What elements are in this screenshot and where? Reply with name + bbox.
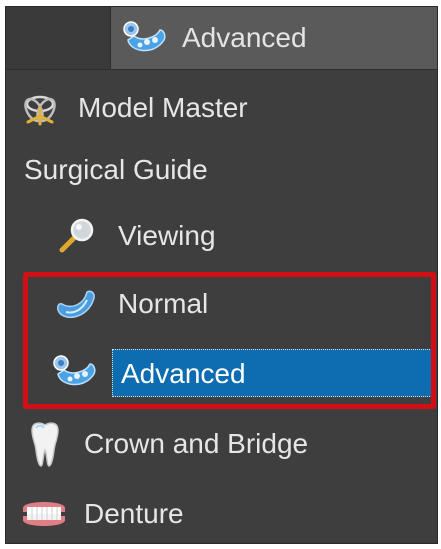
tree-item-label: Crown and Bridge xyxy=(84,428,309,459)
screenshot-frame: Advanced Model Master Surgical Guide Vie… xyxy=(0,0,441,549)
tree-item-denture[interactable]: Denture xyxy=(20,487,184,541)
topbar-label: Advanced xyxy=(182,22,307,53)
tree-item-label: Viewing xyxy=(118,220,216,251)
workflow-tree-panel: Advanced Model Master Surgical Guide Vie… xyxy=(5,6,438,544)
tree-item-advanced[interactable] xyxy=(50,345,100,399)
topbar: Advanced xyxy=(6,7,437,70)
magnifier-icon xyxy=(56,216,96,256)
tree-item-model-master[interactable]: Model Master xyxy=(20,81,248,135)
advanced-guide-icon xyxy=(50,352,100,392)
tree-group-label: Surgical Guide xyxy=(24,154,208,185)
denture-icon xyxy=(20,496,68,532)
model-master-icon xyxy=(20,88,60,128)
tree-item-label: Model Master xyxy=(78,92,248,123)
normal-guide-icon xyxy=(54,284,98,324)
tooth-icon xyxy=(28,420,62,468)
tree-group-surgical-guide: Surgical Guide xyxy=(24,143,208,197)
advanced-mode-button[interactable]: Advanced xyxy=(114,7,437,69)
tree-item-label: Normal xyxy=(118,288,209,319)
advanced-guide-icon xyxy=(120,18,170,58)
tree-item-normal[interactable]: Normal xyxy=(54,277,208,331)
tree-item-label: Advanced xyxy=(121,358,246,389)
tree-item-viewing[interactable]: Viewing xyxy=(56,209,216,263)
tree-item-label: Denture xyxy=(84,498,184,529)
tree-item-advanced-selection[interactable]: Advanced xyxy=(112,349,432,397)
tree-item-crown-and-bridge[interactable]: Crown and Bridge xyxy=(28,417,308,471)
topbar-empty-slot xyxy=(6,7,111,69)
